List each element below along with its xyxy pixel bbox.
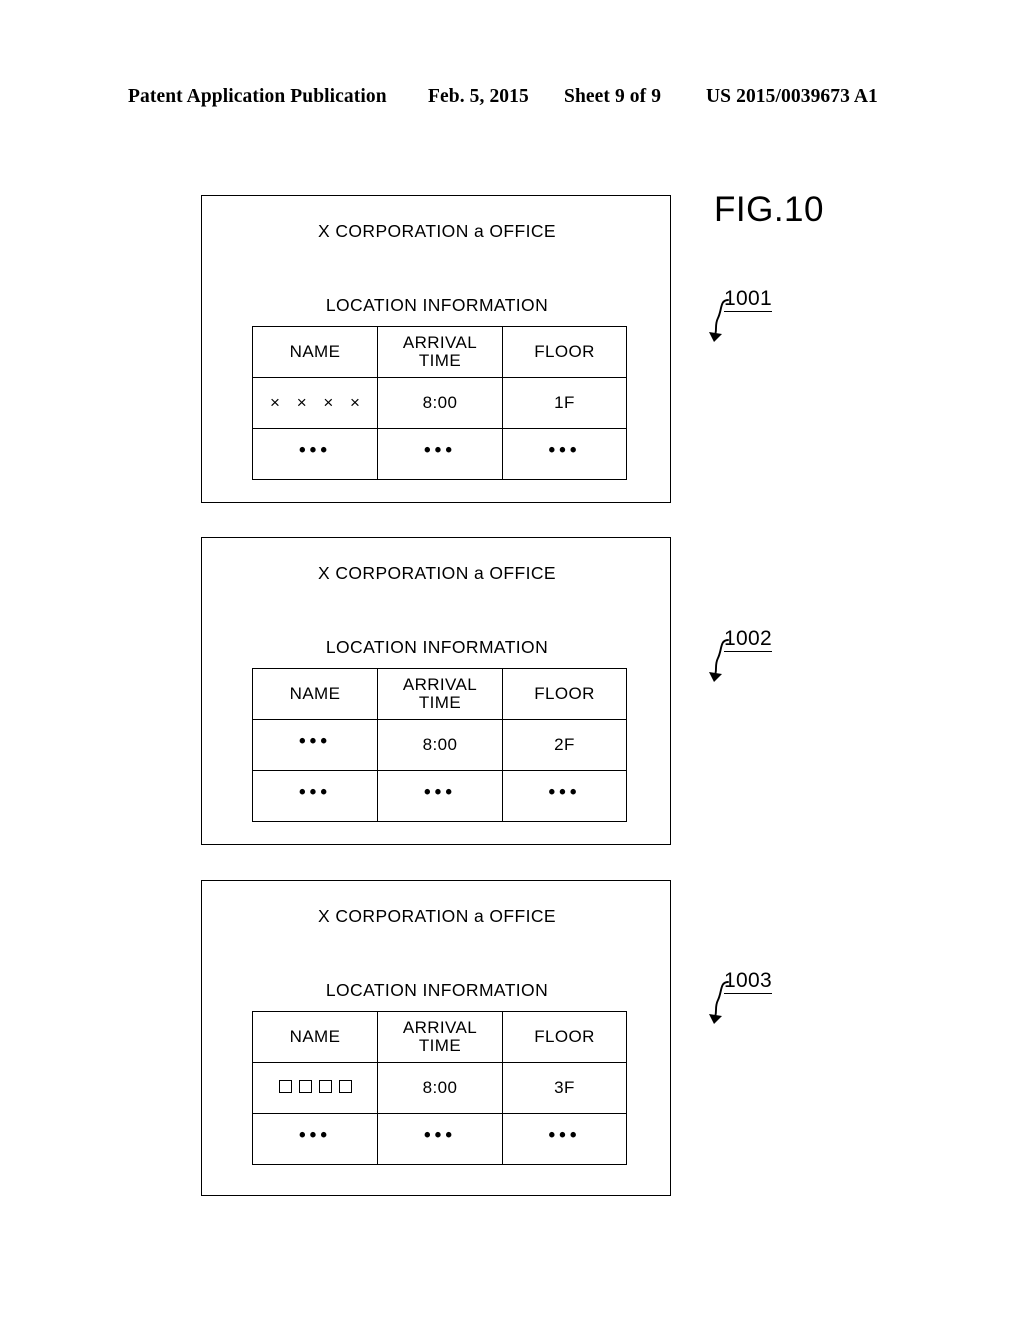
ellipsis-time: ••• [424, 1125, 456, 1146]
column-header-arrival-time-line2: TIME [418, 1036, 462, 1055]
cell-name [252, 1062, 378, 1114]
location-information-table: NAME ARRIVAL TIME FLOOR ••• 8:00 2F ••• … [252, 668, 627, 822]
location-information-table: NAME ARRIVAL TIME FLOOR × × × × 8:00 1F … [252, 326, 627, 480]
cell-floor: 2F [502, 719, 627, 771]
square-glyph-icon [338, 1080, 352, 1093]
reference-callout-1002: 1002 [700, 627, 830, 698]
cell-floor: 1F [502, 377, 627, 429]
leader-line-arrow-icon [709, 981, 729, 1024]
column-header-arrival-time-line2: TIME [418, 351, 462, 370]
cell-floor: ••• [502, 428, 627, 480]
table-row: × × × × 8:00 1F [252, 377, 627, 429]
table-row: ••• ••• ••• [252, 428, 627, 480]
patent-running-header: Patent Application Publication Feb. 5, 2… [0, 86, 1024, 116]
panel-title: X CORPORATION a OFFICE [318, 906, 556, 926]
panel-subtitle: LOCATION INFORMATION [325, 637, 549, 657]
cell-arrival-time: ••• [377, 770, 503, 822]
square-glyph-icon [298, 1080, 312, 1093]
screen-panel-1003: X CORPORATION a OFFICE LOCATION INFORMAT… [201, 880, 671, 1196]
table-header-row: NAME ARRIVAL TIME FLOOR [252, 326, 627, 378]
column-header-arrival-time-line2: TIME [418, 693, 462, 712]
table-header-row: NAME ARRIVAL TIME FLOOR [252, 1011, 627, 1063]
ellipsis-name: ••• [299, 1125, 331, 1146]
cell-floor: 3F [502, 1062, 627, 1114]
ellipsis-floor: ••• [548, 440, 581, 461]
cell-name: ••• [252, 428, 378, 480]
cell-name: ••• [252, 1113, 378, 1165]
column-header-floor: FLOOR [502, 1011, 627, 1063]
column-header-arrival-time: ARRIVAL TIME [377, 326, 503, 378]
square-glyph-icon [318, 1080, 332, 1093]
table-header-row: NAME ARRIVAL TIME FLOOR [252, 668, 627, 720]
screen-panel-1002: X CORPORATION a OFFICE LOCATION INFORMAT… [201, 537, 671, 845]
cell-floor: ••• [502, 1113, 627, 1165]
cell-name: ••• [252, 770, 378, 822]
ellipsis-name: ••• [299, 731, 331, 752]
cell-arrival-time: ••• [377, 428, 503, 480]
table-row: ••• ••• ••• [252, 770, 627, 822]
ellipsis-time: ••• [424, 440, 456, 461]
reference-callout-1001: 1001 [700, 287, 830, 358]
column-header-arrival-time: ARRIVAL TIME [377, 668, 503, 720]
column-header-floor: FLOOR [502, 668, 627, 720]
cell-name: × × × × [252, 377, 378, 429]
panel-subtitle: LOCATION INFORMATION [325, 295, 549, 315]
column-header-arrival-time-line1: ARRIVAL [402, 674, 478, 694]
table-row: ••• 8:00 2F [252, 719, 627, 771]
column-header-name: NAME [252, 668, 378, 720]
cell-name: ••• [252, 719, 378, 771]
ellipsis-floor: ••• [548, 1125, 581, 1146]
leader-line-arrow-icon [709, 639, 729, 682]
location-information-table: NAME ARRIVAL TIME FLOOR 8:00 3F ••• ••• … [252, 1011, 627, 1165]
panel-title: X CORPORATION a OFFICE [318, 563, 556, 583]
column-header-name: NAME [252, 1011, 378, 1063]
square-glyph-icon [278, 1080, 292, 1093]
ellipsis-name: ••• [299, 440, 331, 461]
cell-arrival-time: 8:00 [377, 1062, 503, 1114]
ellipsis-time: ••• [424, 782, 456, 803]
table-row: ••• ••• ••• [252, 1113, 627, 1165]
name-value-xmarks: × × × × [270, 393, 366, 412]
figure-label: FIG.10 [714, 190, 824, 229]
screen-panel-1001: X CORPORATION a OFFICE LOCATION INFORMAT… [201, 195, 671, 503]
cell-arrival-time: ••• [377, 1113, 503, 1165]
leader-line-arrow-icon [709, 299, 729, 342]
panel-title: X CORPORATION a OFFICE [318, 221, 556, 241]
column-header-arrival-time-line1: ARRIVAL [402, 1017, 478, 1037]
table-row: 8:00 3F [252, 1062, 627, 1114]
cell-arrival-time: 8:00 [377, 719, 503, 771]
cell-arrival-time: 8:00 [377, 377, 503, 429]
name-value-squares [278, 1080, 352, 1093]
column-header-arrival-time-line1: ARRIVAL [402, 332, 478, 352]
column-header-arrival-time: ARRIVAL TIME [377, 1011, 503, 1063]
header-publication-label: Patent Application Publication [128, 86, 387, 107]
ellipsis-floor: ••• [548, 782, 581, 803]
ellipsis-name: ••• [299, 782, 331, 803]
header-date-label: Feb. 5, 2015 [428, 86, 529, 107]
column-header-floor: FLOOR [502, 326, 627, 378]
reference-callout-1003: 1003 [700, 969, 830, 1040]
header-sheet-label: Sheet 9 of 9 [564, 86, 662, 107]
panel-subtitle: LOCATION INFORMATION [325, 980, 549, 1000]
header-patent-number: US 2015/0039673 A1 [706, 86, 878, 107]
cell-floor: ••• [502, 770, 627, 822]
column-header-name: NAME [252, 326, 378, 378]
